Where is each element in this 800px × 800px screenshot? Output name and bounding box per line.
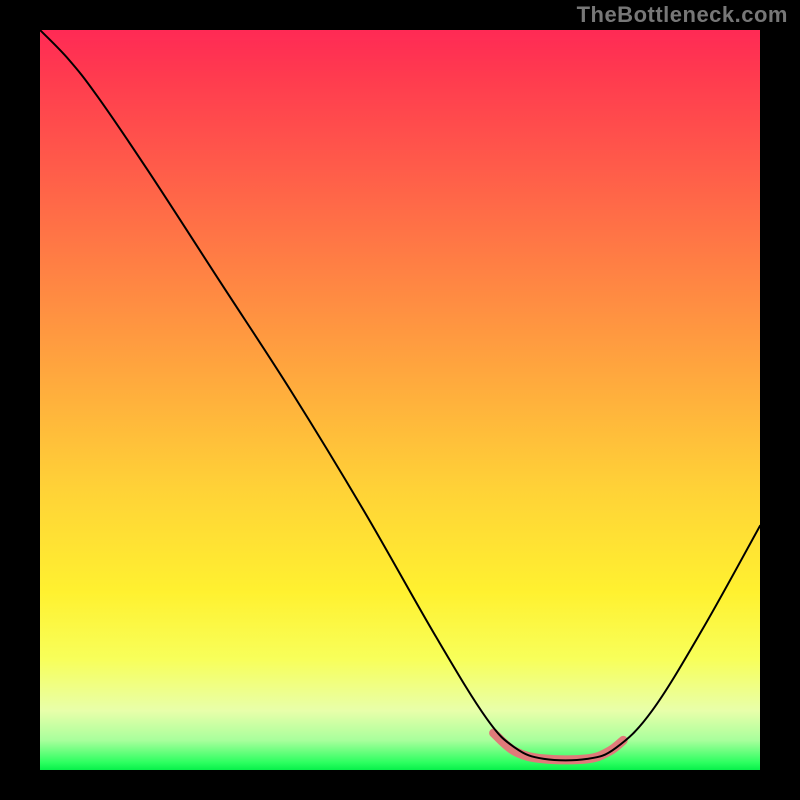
chart-svg: [40, 30, 760, 770]
main-curve-path: [40, 30, 760, 760]
watermark-label: TheBottleneck.com: [577, 2, 788, 28]
chart-frame: TheBottleneck.com: [0, 0, 800, 800]
plot-area: [40, 30, 760, 770]
